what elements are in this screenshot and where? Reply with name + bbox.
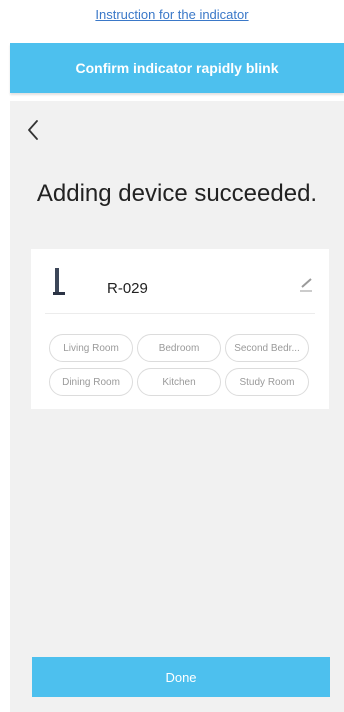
room-chip-living-room[interactable]: Living Room [49, 334, 133, 362]
room-chip-second-bedroom[interactable]: Second Bedr... [225, 334, 309, 362]
room-chip-kitchen[interactable]: Kitchen [137, 368, 221, 396]
device-name: R-029 [107, 280, 148, 297]
done-button[interactable]: Done [32, 657, 330, 697]
chevron-left-icon [28, 120, 38, 140]
page-title: Adding device succeeded. [36, 180, 318, 207]
device-card: R-029 Living Room Bedroom Second Bedr...… [31, 249, 329, 409]
room-chip-study-room[interactable]: Study Room [225, 368, 309, 396]
confirm-indicator-button[interactable]: Confirm indicator rapidly blink [10, 43, 344, 93]
pencil-icon [300, 278, 312, 292]
result-panel: Adding device succeeded. R-029 Living Ro… [10, 101, 344, 712]
back-button[interactable] [24, 118, 44, 142]
instruction-link[interactable]: Instruction for the indicator [0, 7, 344, 22]
room-chip-bedroom[interactable]: Bedroom [137, 334, 221, 362]
edit-name-button[interactable] [299, 277, 313, 293]
room-chip-dining-room[interactable]: Dining Room [49, 368, 133, 396]
card-divider [45, 313, 315, 314]
device-tower-icon [53, 268, 65, 295]
